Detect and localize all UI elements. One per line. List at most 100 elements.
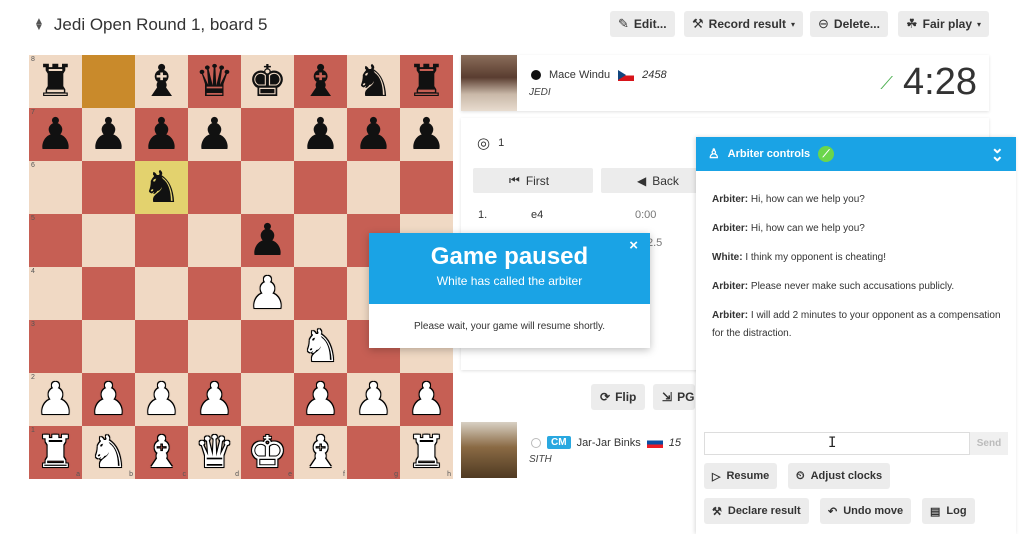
square-b3[interactable] [82, 320, 135, 373]
black-pawn-icon[interactable]: ♟ [248, 218, 287, 263]
square-d3[interactable] [188, 320, 241, 373]
square-e4[interactable]: ♟ [241, 267, 294, 320]
white-pawn-icon[interactable]: ♟ [301, 377, 340, 422]
square-c2[interactable]: ♟ [135, 373, 188, 426]
black-pawn-icon[interactable]: ♟ [301, 112, 340, 157]
square-b7[interactable]: ♟ [82, 108, 135, 161]
square-b8[interactable] [82, 55, 135, 108]
close-icon[interactable]: × [629, 237, 638, 254]
square-a1[interactable]: 1 a ♜ [29, 426, 82, 479]
undo-move-button[interactable]: ↶ Undo move [820, 498, 912, 524]
square-f4[interactable] [294, 267, 347, 320]
white-pawn-icon[interactable]: ♟ [407, 377, 446, 422]
square-g7[interactable]: ♟ [347, 108, 400, 161]
square-c3[interactable] [135, 320, 188, 373]
square-f6[interactable] [294, 161, 347, 214]
square-a3[interactable]: 3 [29, 320, 82, 373]
square-c7[interactable]: ♟ [135, 108, 188, 161]
black-pawn-icon[interactable]: ♟ [142, 112, 181, 157]
square-f8[interactable]: ♝ [294, 55, 347, 108]
arbiter-header[interactable]: ♙ Arbiter controls ⟋ ⌄ ⌄ [696, 137, 1016, 171]
square-e5[interactable]: ♟ [241, 214, 294, 267]
square-d7[interactable]: ♟ [188, 108, 241, 161]
square-a7[interactable]: 7 ♟ [29, 108, 82, 161]
collapse-icon[interactable]: ⌄ ⌄ [991, 141, 1004, 165]
black-pawn-icon[interactable]: ♟ [89, 112, 128, 157]
record-result-button[interactable]: ⚒ Record result ▾ [684, 11, 804, 37]
square-f5[interactable] [294, 214, 347, 267]
white-pawn-icon[interactable]: ♟ [36, 377, 75, 422]
square-a2[interactable]: 2 ♟ [29, 373, 82, 426]
square-f3[interactable]: ♞ [294, 320, 347, 373]
white-bishop-icon[interactable]: ♝ [142, 430, 181, 475]
square-a8[interactable]: 8 ♜ [29, 55, 82, 108]
sort-icon[interactable]: ▲ ▼ [34, 17, 44, 33]
white-pawn-icon[interactable]: ♟ [354, 377, 393, 422]
edit-button[interactable]: ✎ Edit... [610, 11, 675, 37]
square-h6[interactable] [400, 161, 453, 214]
square-h7[interactable]: ♟ [400, 108, 453, 161]
black-knight-icon[interactable]: ♞ [354, 59, 393, 104]
square-c8[interactable]: ♝ [135, 55, 188, 108]
square-e6[interactable] [241, 161, 294, 214]
black-queen-icon[interactable]: ♛ [195, 59, 234, 104]
flip-button[interactable]: ⟳ Flip [591, 384, 646, 410]
white-rook-icon[interactable]: ♜ [407, 430, 446, 475]
square-g6[interactable] [347, 161, 400, 214]
square-d8[interactable]: ♛ [188, 55, 241, 108]
pgn-button[interactable]: ⇲ PG [653, 384, 695, 410]
first-move-button[interactable]: ⏮ First [473, 168, 593, 193]
square-g8[interactable]: ♞ [347, 55, 400, 108]
square-h1[interactable]: h ♜ [400, 426, 453, 479]
square-b1[interactable]: b ♞ [82, 426, 135, 479]
white-knight-icon[interactable]: ♞ [89, 430, 128, 475]
square-a6[interactable]: 6 [29, 161, 82, 214]
declare-result-button[interactable]: ⚒ Declare result [704, 498, 809, 524]
square-d6[interactable] [188, 161, 241, 214]
square-f7[interactable]: ♟ [294, 108, 347, 161]
delete-button[interactable]: ⊖ Delete... [810, 11, 888, 37]
white-pawn-icon[interactable]: ♟ [89, 377, 128, 422]
black-pawn-icon[interactable]: ♟ [354, 112, 393, 157]
white-rook-icon[interactable]: ♜ [36, 430, 75, 475]
square-e1[interactable]: e ♚ [241, 426, 294, 479]
square-b4[interactable] [82, 267, 135, 320]
white-pawn-icon[interactable]: ♟ [248, 271, 287, 316]
white-pawn-icon[interactable]: ♟ [142, 377, 181, 422]
square-h8[interactable]: ♜ [400, 55, 453, 108]
square-g1[interactable]: g [347, 426, 400, 479]
square-e2[interactable] [241, 373, 294, 426]
black-knight-icon[interactable]: ♞ [142, 165, 181, 210]
square-f1[interactable]: f ♝ [294, 426, 347, 479]
adjust-clocks-button[interactable]: ⏲ Adjust clocks [788, 463, 891, 489]
black-king-icon[interactable]: ♚ [248, 59, 287, 104]
black-bishop-icon[interactable]: ♝ [301, 59, 340, 104]
white-king-icon[interactable]: ♚ [248, 430, 287, 475]
black-pawn-icon[interactable]: ♟ [195, 112, 234, 157]
square-a5[interactable]: 5 [29, 214, 82, 267]
square-c1[interactable]: c ♝ [135, 426, 188, 479]
white-bishop-icon[interactable]: ♝ [301, 430, 340, 475]
square-b5[interactable] [82, 214, 135, 267]
square-e8[interactable]: ♚ [241, 55, 294, 108]
square-c4[interactable] [135, 267, 188, 320]
square-c5[interactable] [135, 214, 188, 267]
square-f2[interactable]: ♟ [294, 373, 347, 426]
square-e7[interactable] [241, 108, 294, 161]
black-pawn-icon[interactable]: ♟ [407, 112, 446, 157]
square-h2[interactable]: ♟ [400, 373, 453, 426]
black-pawn-icon[interactable]: ♟ [36, 112, 75, 157]
square-b2[interactable]: ♟ [82, 373, 135, 426]
chat-input[interactable] [704, 432, 970, 455]
square-g2[interactable]: ♟ [347, 373, 400, 426]
black-bishop-icon[interactable]: ♝ [142, 59, 181, 104]
black-rook-icon[interactable]: ♜ [36, 59, 75, 104]
square-d4[interactable] [188, 267, 241, 320]
square-c6[interactable]: ♞ [135, 161, 188, 214]
square-d5[interactable] [188, 214, 241, 267]
log-button[interactable]: ▤ Log [922, 498, 975, 524]
square-a4[interactable]: 4 [29, 267, 82, 320]
square-b6[interactable] [82, 161, 135, 214]
black-rook-icon[interactable]: ♜ [407, 59, 446, 104]
square-d2[interactable]: ♟ [188, 373, 241, 426]
